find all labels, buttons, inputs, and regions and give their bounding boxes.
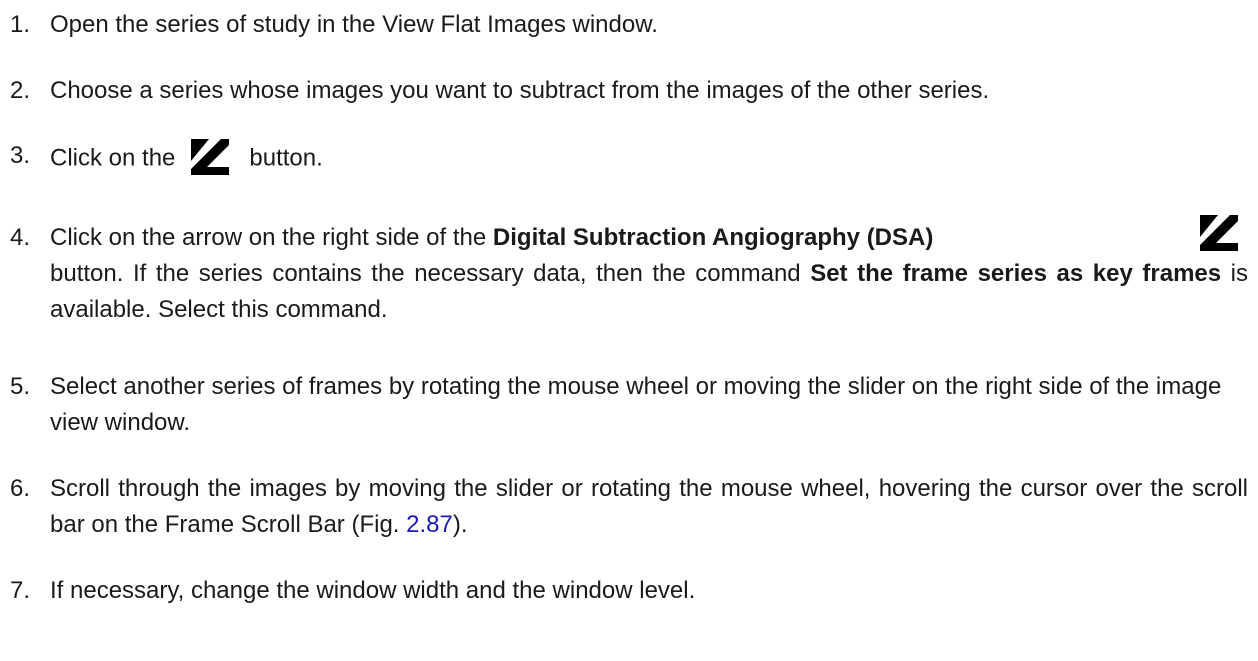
step-text-part: ).	[452, 511, 468, 538]
list-item-1: 1. Open the series of study in the View …	[10, 7, 1248, 43]
step-text: Select another series of frames by rotat…	[50, 373, 1222, 436]
step-text-part: Scroll through the images by moving the …	[50, 475, 1248, 538]
list-item-5: 5. Select another series of frames by ro…	[10, 369, 1248, 441]
step-number: 1.	[10, 11, 31, 38]
step-text-before: Click on the	[50, 144, 176, 172]
step-number: 4.	[10, 224, 31, 251]
list-item-7: 7. If necessary, change the window width…	[10, 573, 1248, 609]
list-item-2: 2. Choose a series whose images you want…	[10, 73, 1248, 109]
dsa-icon	[1200, 215, 1238, 251]
step-text: Open the series of study in the View Fla…	[50, 11, 658, 38]
step-number: 6.	[10, 475, 31, 502]
list-item-3: 3. Click on the button.	[10, 138, 1248, 180]
dsa-icon	[191, 139, 230, 175]
step-number: 2.	[10, 77, 31, 104]
bold-command: Set the frame series as key frames	[810, 260, 1222, 287]
step-text-part: button. If the series contains the neces…	[50, 260, 811, 287]
figure-reference-link[interactable]: 2.87	[406, 511, 453, 538]
list-item-6: 6. Scroll through the images by moving t…	[10, 471, 1248, 543]
step-text-part: Click on the arrow on the right side of …	[50, 224, 493, 251]
step-text: Scroll through the images by moving the …	[50, 471, 1248, 543]
step-number: 5.	[10, 373, 31, 400]
step-text: Click on the button.	[50, 138, 1248, 180]
step-text: Choose a series whose images you want to…	[50, 77, 990, 104]
step-text: Click on the arrow on the right side of …	[50, 215, 1248, 328]
list-item-4: 4. Click on the arrow on the right side …	[10, 215, 1248, 328]
step-number: 3.	[10, 142, 31, 169]
document-page: { "steps": [ {"num": "1.", "text": "Open…	[0, 0, 1258, 661]
bold-term-dsa: Digital Subtraction Angiography (DSA)	[492, 224, 934, 251]
step-text: If necessary, change the window width an…	[50, 577, 696, 604]
step-text-after: button.	[249, 144, 323, 172]
step-number: 7.	[10, 577, 31, 604]
